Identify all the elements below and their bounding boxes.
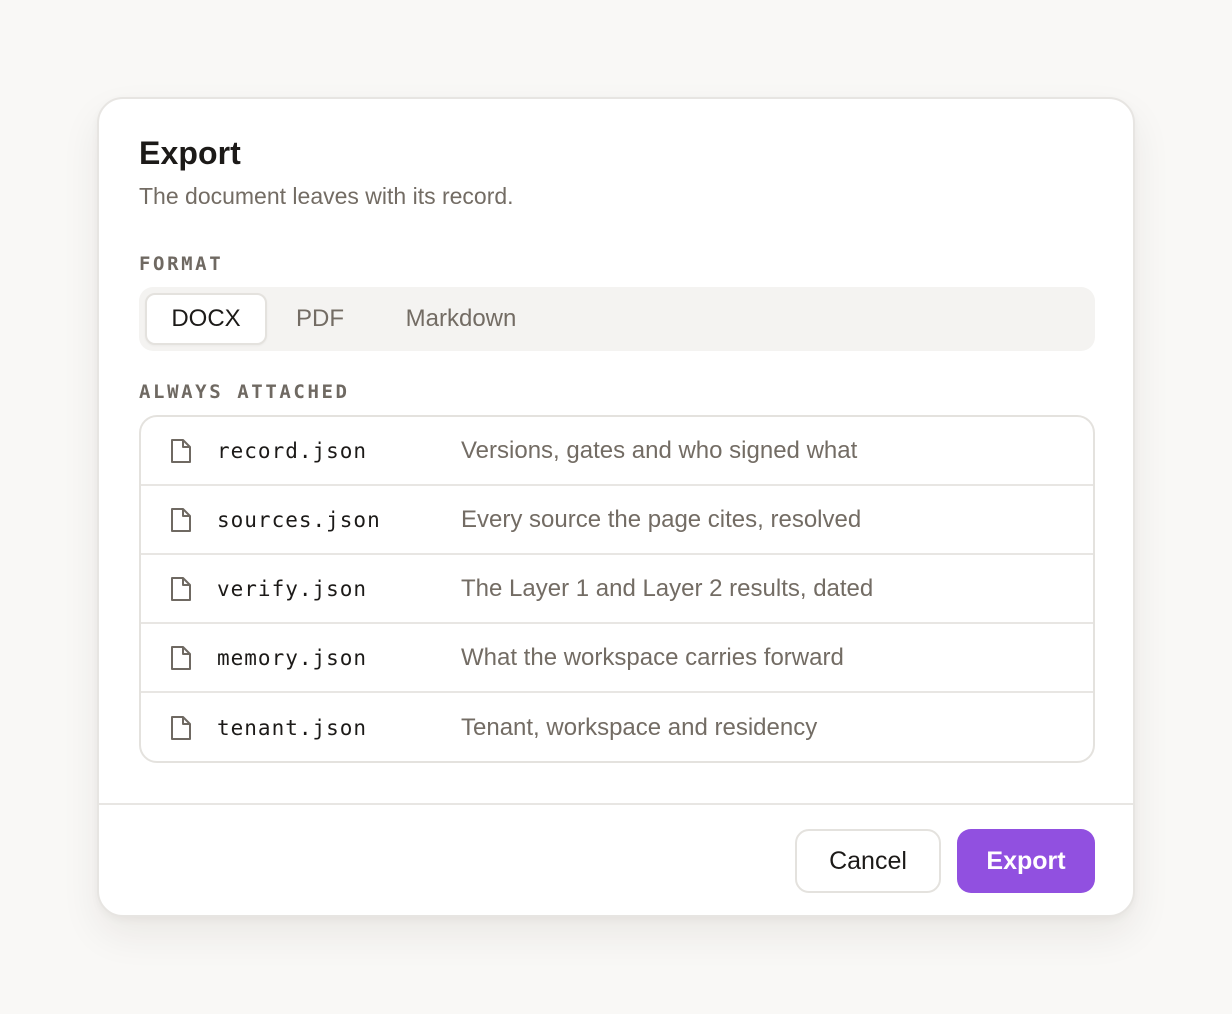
file-description: Tenant, workspace and residency [461, 713, 818, 741]
file-icon [171, 507, 191, 532]
format-option-markdown[interactable]: Markdown [379, 293, 543, 345]
file-name: tenant.json [217, 715, 368, 740]
file-description: The Layer 1 and Layer 2 results, dated [461, 574, 874, 602]
format-option-docx[interactable]: DOCX [145, 293, 267, 345]
file-description: Versions, gates and who signed what [461, 436, 858, 464]
file-description: Every source the page cites, resolved [461, 505, 862, 533]
list-item: tenant.json Tenant, workspace and reside… [141, 693, 1093, 761]
list-item: verify.json The Layer 1 and Layer 2 resu… [141, 555, 1093, 624]
format-option-pdf[interactable]: PDF [277, 293, 363, 345]
list-item: sources.json Every source the page cites… [141, 486, 1093, 555]
file-name: memory.json [217, 645, 368, 670]
always-attached-label: ALWAYS ATTACHED [139, 381, 350, 403]
list-item: memory.json What the workspace carries f… [141, 624, 1093, 693]
cancel-button[interactable]: Cancel [795, 829, 941, 893]
export-dialog: Export The document leaves with its reco… [97, 97, 1135, 917]
format-label: FORMAT [139, 253, 224, 275]
dialog-subtitle: The document leaves with its record. [139, 183, 514, 209]
dialog-title: Export [139, 135, 241, 171]
file-name: verify.json [217, 576, 368, 601]
list-item: record.json Versions, gates and who sign… [141, 417, 1093, 486]
footer-divider [99, 803, 1133, 805]
attached-files-list: record.json Versions, gates and who sign… [139, 415, 1095, 763]
file-name: sources.json [217, 507, 381, 532]
file-icon [171, 645, 191, 670]
file-icon [171, 438, 191, 463]
file-description: What the workspace carries forward [461, 643, 844, 671]
file-icon [171, 715, 191, 740]
format-selector: DOCX PDF Markdown [139, 287, 1095, 351]
export-button[interactable]: Export [957, 829, 1095, 893]
file-name: record.json [217, 438, 368, 463]
file-icon [171, 576, 191, 601]
